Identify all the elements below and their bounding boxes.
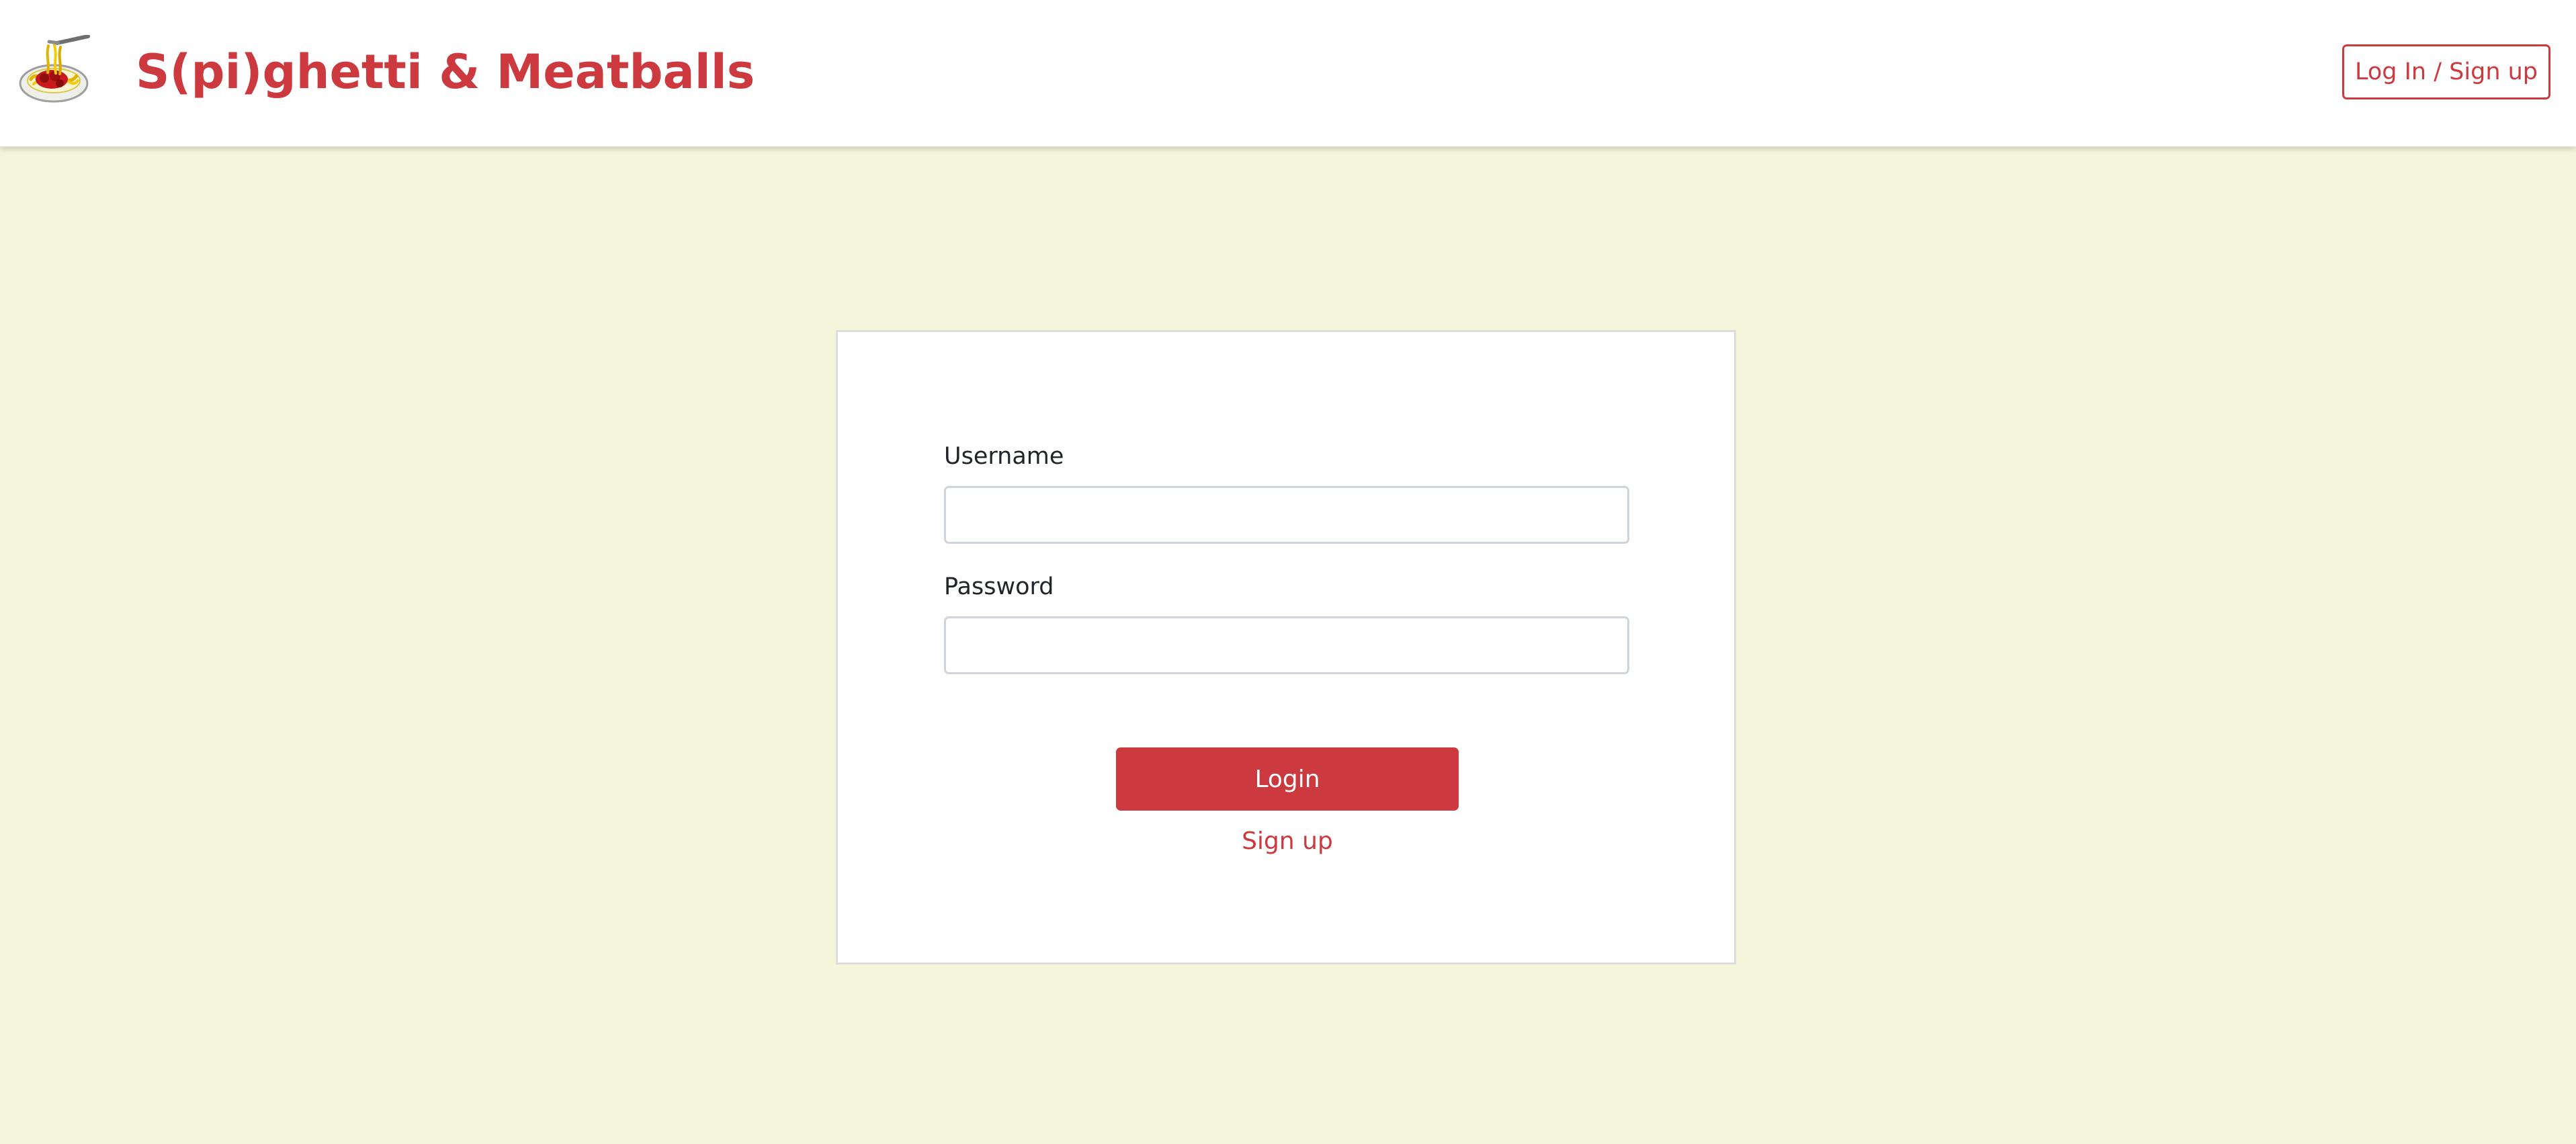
username-label: Username [944,443,1064,470]
brand-home-link[interactable]: S(pi)ghetti & Meatballs [19,35,755,109]
password-label: Password [944,573,1054,600]
login-button[interactable]: Login [1116,747,1459,811]
signup-link[interactable]: Sign up [1116,827,1459,856]
app-title: S(pi)ghetti & Meatballs [136,44,755,99]
spaghetti-plate-icon [19,35,90,103]
login-card: Username Password Login Sign up [836,330,1736,965]
top-navbar: S(pi)ghetti & Meatballs Log In / Sign up [0,0,2576,147]
username-input[interactable] [944,486,1629,544]
login-signup-button[interactable]: Log In / Sign up [2342,44,2550,99]
password-input[interactable] [944,616,1629,674]
